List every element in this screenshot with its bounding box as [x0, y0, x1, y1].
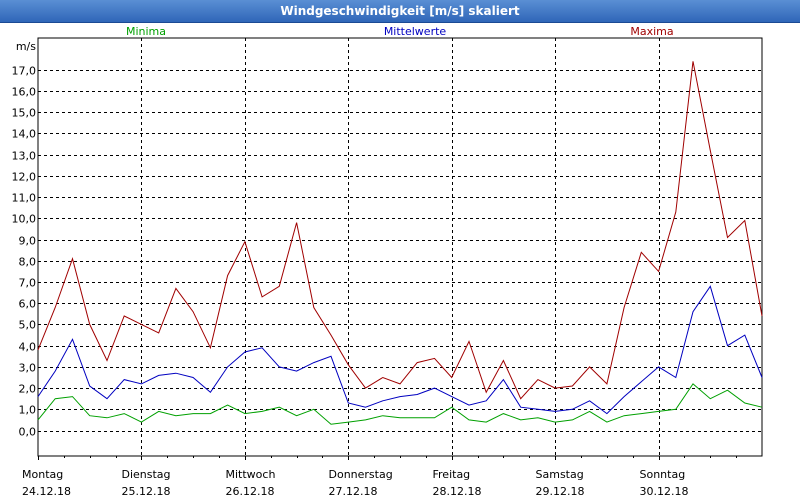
x-tick-date: 24.12.18 [22, 485, 71, 498]
x-tick-day: Freitag [433, 468, 471, 481]
y-tick-label: 4,0 [19, 341, 37, 354]
x-tick-day: Donnerstag [329, 468, 393, 481]
legend-maxima: Maxima [630, 25, 673, 38]
y-tick-label: 12,0 [12, 171, 37, 184]
y-tick-label: 11,0 [12, 192, 37, 205]
chart-window: Windgeschwindigkeit [m/s] skaliert 0,0 1,… [0, 0, 800, 500]
x-tick-date: 30.12.18 [640, 485, 689, 498]
y-tick-label: 13,0 [12, 150, 37, 163]
wind-speed-chart: 0,0 1,0 2,0 3,0 4,0 5,0 6,0 7,0 8,0 9,0 10,0 11,0 12… [12, 25, 763, 498]
x-tick-date: 25.12.18 [122, 485, 171, 498]
y-axis-unit: m/s [16, 40, 36, 53]
y-tick-label: 6,0 [19, 298, 37, 311]
x-tick-date: 26.12.18 [226, 485, 275, 498]
y-tick-label: 14,0 [12, 128, 37, 141]
x-tick-day: Mittwoch [226, 468, 276, 481]
y-tick-label: 8,0 [19, 256, 37, 269]
plot-area [37, 37, 763, 457]
y-tick-label: 5,0 [19, 319, 37, 332]
y-tick-label: 1,0 [19, 404, 37, 417]
x-tick-day: Dienstag [122, 468, 171, 481]
x-tick-date: 29.12.18 [536, 485, 585, 498]
y-tick-label: 3,0 [19, 362, 37, 375]
legend-mittelwerte: Mittelwerte [384, 25, 447, 38]
legend-minima: Minima [126, 25, 166, 38]
y-tick-label: 10,0 [12, 213, 37, 226]
y-tick-label: 9,0 [19, 235, 37, 248]
x-tick-day: Sonntag [640, 468, 686, 481]
y-tick-label: 15,0 [12, 107, 37, 120]
y-tick-label: 16,0 [12, 86, 37, 99]
x-tick-date: 28.12.18 [433, 485, 482, 498]
x-tick-date: 27.12.18 [329, 485, 378, 498]
x-tick-day: Samstag [536, 468, 584, 481]
y-tick-label: 2,0 [19, 383, 37, 396]
x-tick-day: Montag [22, 468, 63, 481]
y-tick-label: 7,0 [19, 277, 37, 290]
y-tick-label: 17,0 [12, 65, 37, 78]
y-tick-label: 0,0 [19, 426, 37, 439]
